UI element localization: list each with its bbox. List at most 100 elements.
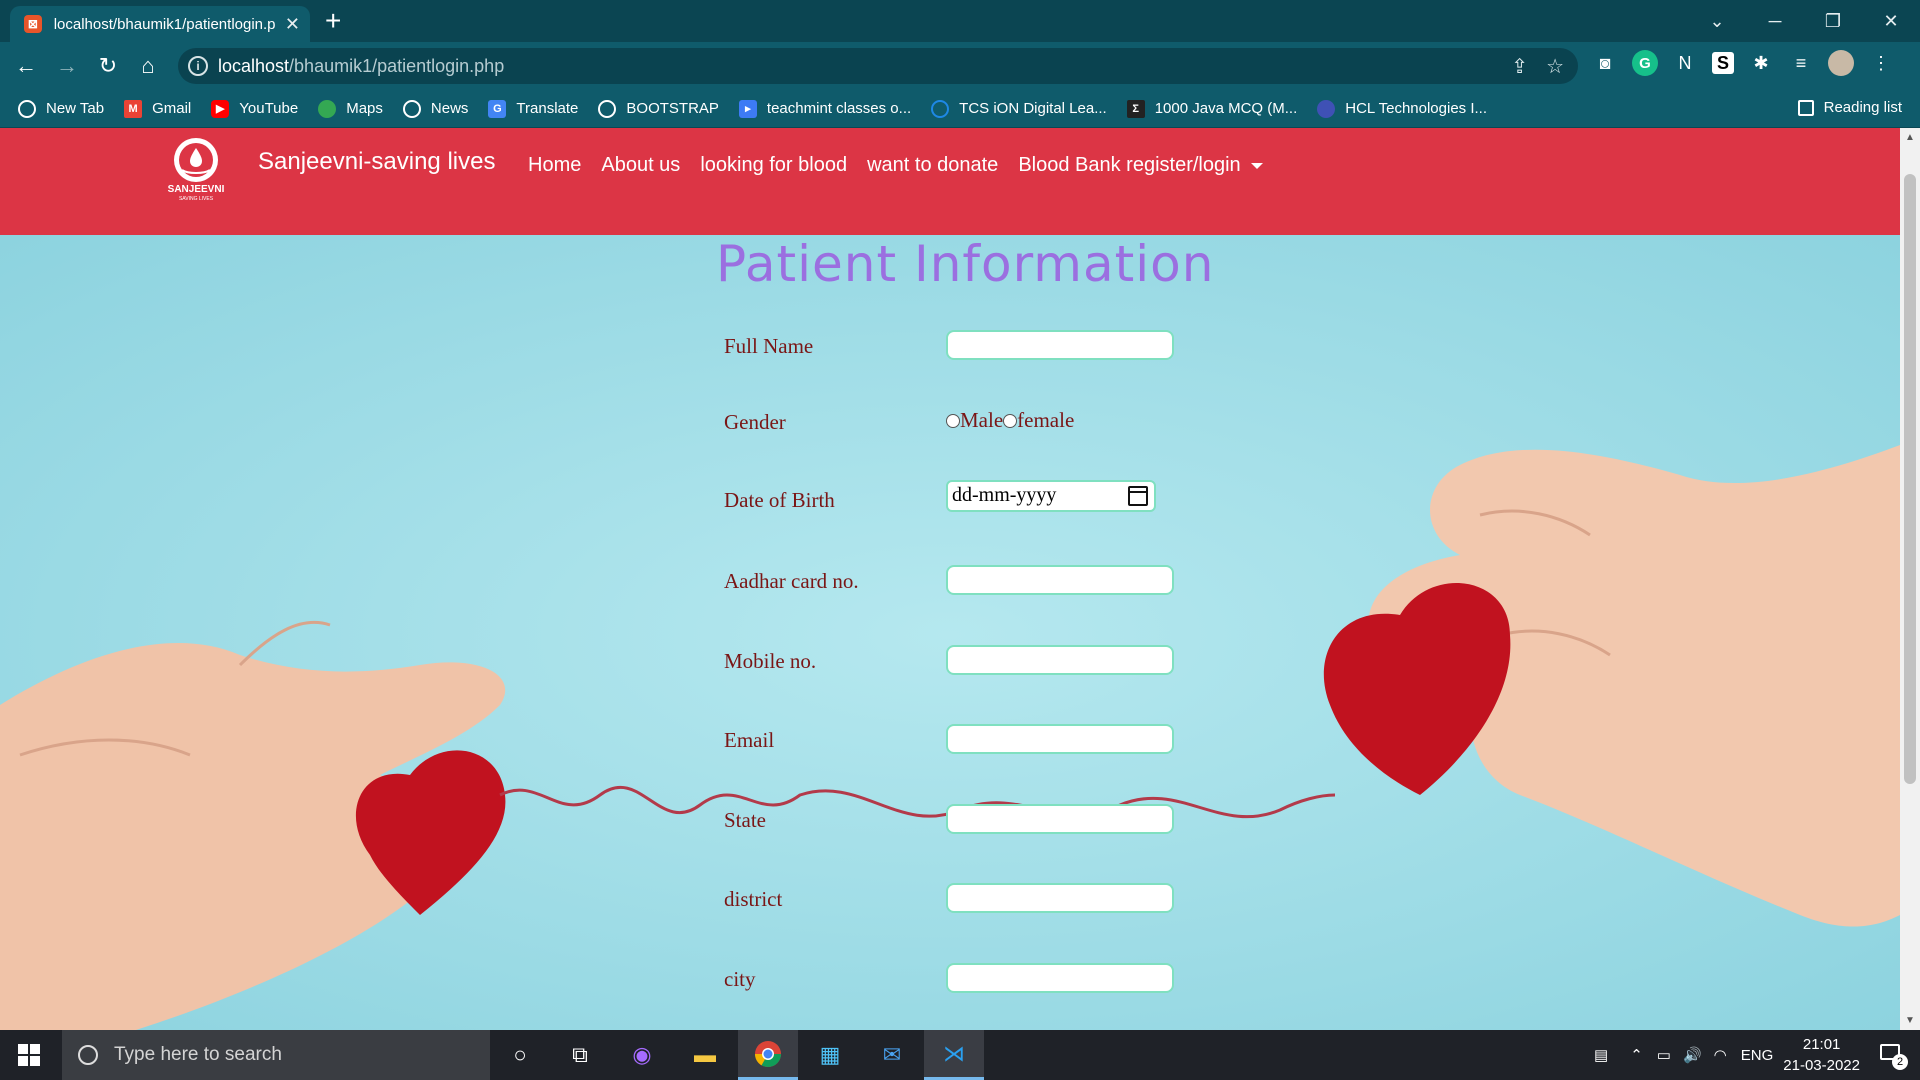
store-icon[interactable]: ▦ bbox=[800, 1030, 860, 1080]
windows-start-icon[interactable] bbox=[18, 1044, 40, 1066]
logo-text: SANJEEVNI bbox=[168, 184, 225, 195]
globe-icon bbox=[598, 99, 617, 118]
menu-dots-icon[interactable]: ⋮ bbox=[1868, 50, 1894, 76]
profile-avatar[interactable] bbox=[1828, 50, 1854, 76]
teachmint-icon: ▸ bbox=[738, 99, 757, 118]
extensions-puzzle-icon[interactable]: ✱ bbox=[1748, 50, 1774, 76]
site-nav-links: Home About us looking for blood want to … bbox=[528, 154, 1263, 177]
caret-down-icon bbox=[1250, 162, 1263, 169]
male-radio[interactable] bbox=[946, 413, 960, 428]
gender-options: Male female bbox=[946, 408, 1074, 433]
site-brand[interactable]: Sanjeevni-saving lives bbox=[258, 148, 495, 176]
mail-icon[interactable]: ✉ bbox=[862, 1030, 922, 1080]
dob-placeholder: dd-mm-yyyy bbox=[952, 484, 1057, 506]
s-extension-icon[interactable]: S bbox=[1712, 52, 1734, 74]
home-icon[interactable]: ⌂ bbox=[132, 50, 164, 82]
bookmark-java-mcq[interactable]: Σ 1000 Java MCQ (M... bbox=[1126, 99, 1297, 118]
n-extension-icon[interactable]: N bbox=[1672, 50, 1698, 76]
nav-home[interactable]: Home bbox=[528, 154, 581, 177]
calendar-icon[interactable] bbox=[1128, 486, 1148, 506]
aadhar-input[interactable] bbox=[946, 565, 1174, 595]
female-radio[interactable] bbox=[1003, 413, 1018, 428]
nav-about[interactable]: About us bbox=[601, 154, 680, 177]
full-name-input[interactable] bbox=[946, 330, 1174, 360]
form-title: Patient Information bbox=[716, 235, 1215, 293]
clock[interactable]: 21:01 21-03-2022 bbox=[1783, 1034, 1860, 1076]
logo-subtext: SAVING LIVES bbox=[179, 196, 214, 202]
restore-icon[interactable]: ❐ bbox=[1804, 0, 1862, 42]
mobile-input[interactable] bbox=[946, 645, 1174, 675]
reload-icon[interactable]: ↻ bbox=[92, 50, 124, 82]
dob-input[interactable]: dd-mm-yyyy bbox=[946, 480, 1156, 512]
state-input[interactable] bbox=[946, 804, 1174, 834]
url-text: localhost/bhaumik1/patientlogin.php bbox=[218, 56, 505, 76]
share-icon[interactable]: ⇪ bbox=[1511, 54, 1528, 79]
scroll-up-icon[interactable]: ▲ bbox=[1905, 132, 1915, 143]
grammarly-extension-icon[interactable]: G bbox=[1632, 50, 1658, 76]
hcl-icon bbox=[1317, 99, 1336, 118]
podcast-app-icon[interactable]: ◉ bbox=[612, 1030, 672, 1080]
file-explorer-icon[interactable]: ▬ bbox=[675, 1030, 735, 1080]
bookmark-gmail[interactable]: M Gmail bbox=[124, 99, 191, 118]
page-scrollbar[interactable]: ▲ ▼ bbox=[1900, 128, 1920, 1030]
globe-icon bbox=[18, 99, 36, 118]
maps-pin-icon bbox=[318, 99, 337, 118]
bookmark-maps[interactable]: Maps bbox=[318, 99, 383, 118]
tab-search-icon[interactable]: ⌄ bbox=[1688, 0, 1746, 42]
gmail-icon: M bbox=[124, 99, 143, 118]
site-info-icon[interactable]: i bbox=[188, 56, 208, 76]
bookmark-star-icon[interactable]: ☆ bbox=[1546, 54, 1564, 79]
nav-blood-bank-dropdown[interactable]: Blood Bank register/login bbox=[1018, 154, 1263, 177]
vscode-icon[interactable]: ⋊ bbox=[924, 1030, 984, 1080]
reading-list-icon bbox=[1797, 99, 1814, 116]
bookmark-news[interactable]: News bbox=[402, 99, 468, 118]
xampp-favicon-icon: ⊠ bbox=[24, 15, 42, 33]
bookmark-translate[interactable]: G Translate bbox=[488, 99, 578, 118]
address-bar[interactable]: i localhost/bhaumik1/patientlogin.php ⇪ … bbox=[178, 48, 1578, 84]
reading-list-button[interactable]: Reading list bbox=[1797, 99, 1902, 116]
bookmark-teachmint[interactable]: ▸ teachmint classes o... bbox=[738, 99, 911, 118]
scroll-down-icon[interactable]: ▼ bbox=[1905, 1015, 1915, 1026]
bookmark-bootstrap[interactable]: BOOTSTRAP bbox=[598, 99, 719, 118]
email-label: Email bbox=[724, 728, 775, 752]
cortana-icon[interactable]: ○ bbox=[490, 1030, 550, 1080]
chrome-taskbar-icon[interactable] bbox=[738, 1030, 798, 1080]
site-navbar: SANJEEVNI SAVING LIVES Sanjeevni-saving … bbox=[0, 128, 1900, 235]
task-view-icon[interactable]: ⧉ bbox=[550, 1030, 610, 1080]
dob-label: Date of Birth bbox=[724, 488, 835, 512]
tray-chevron-icon[interactable]: ⌃ bbox=[1630, 1046, 1643, 1064]
camera-extension-icon[interactable]: ◙ bbox=[1592, 50, 1618, 76]
windows-taskbar: Type here to search ○ ⧉ ◉ ▬ ▦ ✉ ⋊ ▤ ⌃ ▭ … bbox=[0, 1030, 1920, 1080]
forward-arrow-icon[interactable]: → bbox=[51, 50, 83, 82]
back-arrow-icon[interactable]: ← bbox=[10, 50, 42, 82]
new-tab-icon[interactable]: + bbox=[325, 6, 341, 36]
city-input[interactable] bbox=[946, 963, 1174, 993]
notification-center-icon[interactable]: 2 bbox=[1878, 1040, 1908, 1070]
bookmark-youtube[interactable]: ▶ YouTube bbox=[211, 99, 298, 118]
district-input[interactable] bbox=[946, 883, 1174, 913]
scroll-thumb[interactable] bbox=[1904, 174, 1916, 784]
nav-looking-for-blood[interactable]: looking for blood bbox=[700, 154, 847, 177]
close-window-icon[interactable]: ✕ bbox=[1862, 0, 1920, 42]
search-icon bbox=[78, 1045, 98, 1065]
minimize-icon[interactable]: ─ bbox=[1746, 0, 1804, 42]
search-placeholder: Type here to search bbox=[114, 1044, 282, 1065]
media-queue-icon[interactable]: ≡ bbox=[1788, 50, 1814, 76]
bookmark-tcs-ion[interactable]: TCS iON Digital Lea... bbox=[931, 99, 1107, 118]
taskbar-search-box[interactable]: Type here to search bbox=[62, 1030, 490, 1080]
language-indicator[interactable]: ENG bbox=[1741, 1047, 1774, 1064]
bookmark-new-tab[interactable]: New Tab bbox=[18, 99, 104, 118]
nav-want-to-donate[interactable]: want to donate bbox=[867, 154, 998, 177]
page-viewport: SANJEEVNI SAVING LIVES Sanjeevni-saving … bbox=[0, 128, 1900, 1030]
email-input[interactable] bbox=[946, 724, 1174, 754]
tab-close-icon[interactable]: ✕ bbox=[285, 14, 300, 35]
volume-icon[interactable]: 🔊 bbox=[1683, 1046, 1702, 1064]
wifi-icon[interactable]: ◠ bbox=[1714, 1046, 1727, 1064]
sanjeevni-logo[interactable]: SANJEEVNI SAVING LIVES bbox=[160, 136, 232, 202]
battery-icon[interactable]: ▭ bbox=[1657, 1046, 1671, 1064]
tab-title: localhost/bhaumik1/patientlogin.php bbox=[53, 15, 275, 33]
news-widget-icon[interactable]: ▤ bbox=[1594, 1046, 1608, 1064]
browser-tab[interactable]: ⊠ localhost/bhaumik1/patientlogin.php ✕ bbox=[10, 6, 310, 42]
bookmark-hcl[interactable]: HCL Technologies I... bbox=[1317, 99, 1487, 118]
district-label: district bbox=[724, 887, 783, 911]
